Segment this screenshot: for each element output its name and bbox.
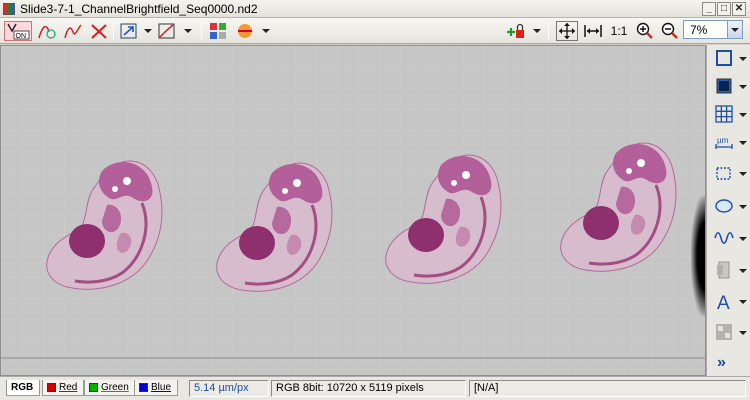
grid-icon: [715, 105, 733, 123]
color-mode-dropdown[interactable]: [262, 29, 270, 33]
image-info-field: RGB 8bit: 10720 x 5119 pixels: [271, 380, 466, 397]
image-viewport[interactable]: [0, 45, 706, 376]
overlay-square-icon: [716, 78, 732, 94]
auto-contrast-button[interactable]: [36, 21, 58, 41]
zoom-dropdown-button[interactable]: [727, 21, 742, 38]
maximize-button[interactable]: □: [717, 2, 731, 16]
zoom-in-icon: [636, 22, 653, 39]
embryo-section-4: [559, 141, 678, 273]
more-tools-button[interactable]: »: [710, 348, 748, 374]
overlay-tool[interactable]: [710, 73, 748, 99]
crop-icon: [716, 167, 731, 180]
channel-tab-blue[interactable]: Blue: [134, 380, 179, 396]
svg-text:ON: ON: [16, 33, 27, 40]
reset-x-icon: [91, 24, 107, 39]
lock-dropdown[interactable]: [533, 29, 541, 33]
zoom-select[interactable]: 7%: [683, 20, 743, 39]
tiles-icon: [716, 324, 732, 340]
profile-tool[interactable]: [710, 225, 748, 251]
svg-text:A: A: [717, 293, 730, 311]
channel-tab-red[interactable]: Red: [42, 380, 85, 396]
channel-on-toggle[interactable]: ON: [4, 21, 32, 41]
lut-curve-icon: [158, 23, 175, 39]
gamma-dropdown[interactable]: [144, 29, 152, 33]
layers-tool[interactable]: [710, 257, 748, 283]
embryo-section-2: [215, 161, 334, 293]
slide-image: [1, 141, 705, 359]
channel-tab-green[interactable]: Green: [84, 380, 136, 396]
lock-channel-button[interactable]: [504, 21, 528, 41]
wave-profile-icon: [714, 231, 734, 245]
auto-curve-icon: [38, 25, 56, 39]
red-swatch: [47, 383, 56, 392]
app-icon: [3, 3, 15, 15]
layers-icon: [717, 261, 730, 279]
window-title: Slide3-7-1_ChannelBrightfield_Seq0000.nd…: [20, 2, 258, 16]
channel-tab-label: Green: [101, 382, 129, 393]
calibration-field: 5.14 µm/px: [189, 380, 269, 397]
svg-text:µm: µm: [717, 136, 729, 145]
blue-swatch: [139, 383, 148, 392]
slide-edge-shadow: [691, 196, 705, 316]
text-annotation-icon: A: [717, 293, 730, 311]
ellipse-roi-icon: [715, 199, 733, 213]
svg-text:»: »: [717, 354, 726, 371]
channels-button[interactable]: [207, 21, 229, 41]
zoom-out-icon: [661, 22, 678, 39]
reset-lut-button[interactable]: [88, 21, 110, 41]
ellipse-roi-tool[interactable]: [710, 193, 748, 219]
fit-width-icon: [584, 25, 602, 37]
zoom-one-to-one-button[interactable]: 1:1: [608, 21, 630, 41]
move-arrows-icon: [559, 23, 575, 39]
arrow-up-right-icon: [120, 23, 137, 39]
lut-button[interactable]: [156, 21, 178, 41]
zoom-value: 7%: [690, 23, 708, 37]
zoom-out-button[interactable]: [659, 21, 681, 41]
fit-to-screen-button[interactable]: [556, 21, 578, 41]
text-annotation-tool[interactable]: A: [710, 288, 748, 314]
channel-tab-label: RGB: [11, 382, 34, 393]
on-toggle-icon: ON: [7, 23, 30, 40]
status-bar: RGB Red Green Blue 5.14 µm/px RGB 8bit: …: [0, 376, 750, 400]
minimize-button[interactable]: _: [702, 2, 716, 16]
expand-more-icon: »: [717, 354, 726, 371]
channels-grid-icon: [210, 23, 226, 39]
color-ball-icon: [238, 24, 252, 38]
title-bar: Slide3-7-1_ChannelBrightfield_Seq0000.nd…: [0, 0, 750, 18]
green-swatch: [89, 383, 98, 392]
rectangle-select-icon: [716, 50, 732, 66]
add-lock-icon: [507, 23, 524, 38]
close-button[interactable]: ✕: [732, 2, 746, 16]
curve-button[interactable]: [62, 21, 84, 41]
toolbar: ON 1:1: [0, 18, 750, 44]
rectangle-select-tool[interactable]: [710, 45, 748, 71]
gamma-button[interactable]: [118, 21, 140, 41]
one-to-one-label: 1:1: [610, 24, 628, 38]
color-mode-button[interactable]: [234, 21, 256, 41]
pixel-value-field: [N/A]: [469, 380, 746, 397]
tiles-tool[interactable]: [710, 319, 748, 345]
fit-width-button[interactable]: [582, 21, 604, 41]
scale-bar-um-icon: µm: [715, 136, 733, 149]
crop-tool[interactable]: [710, 160, 748, 186]
channel-tab-label: Red: [59, 382, 78, 393]
channel-tab-rgb[interactable]: RGB: [6, 380, 41, 396]
grid-tool[interactable]: [710, 101, 748, 127]
right-toolbar: µm A »: [706, 45, 750, 376]
curve-icon: [64, 24, 82, 39]
lut-dropdown[interactable]: [184, 29, 192, 33]
embryo-section-1: [45, 159, 164, 291]
zoom-in-button[interactable]: [634, 21, 656, 41]
scale-bar-tool[interactable]: µm: [710, 129, 748, 155]
embryo-section-3: [384, 153, 503, 285]
channel-tab-label: Blue: [151, 382, 172, 393]
